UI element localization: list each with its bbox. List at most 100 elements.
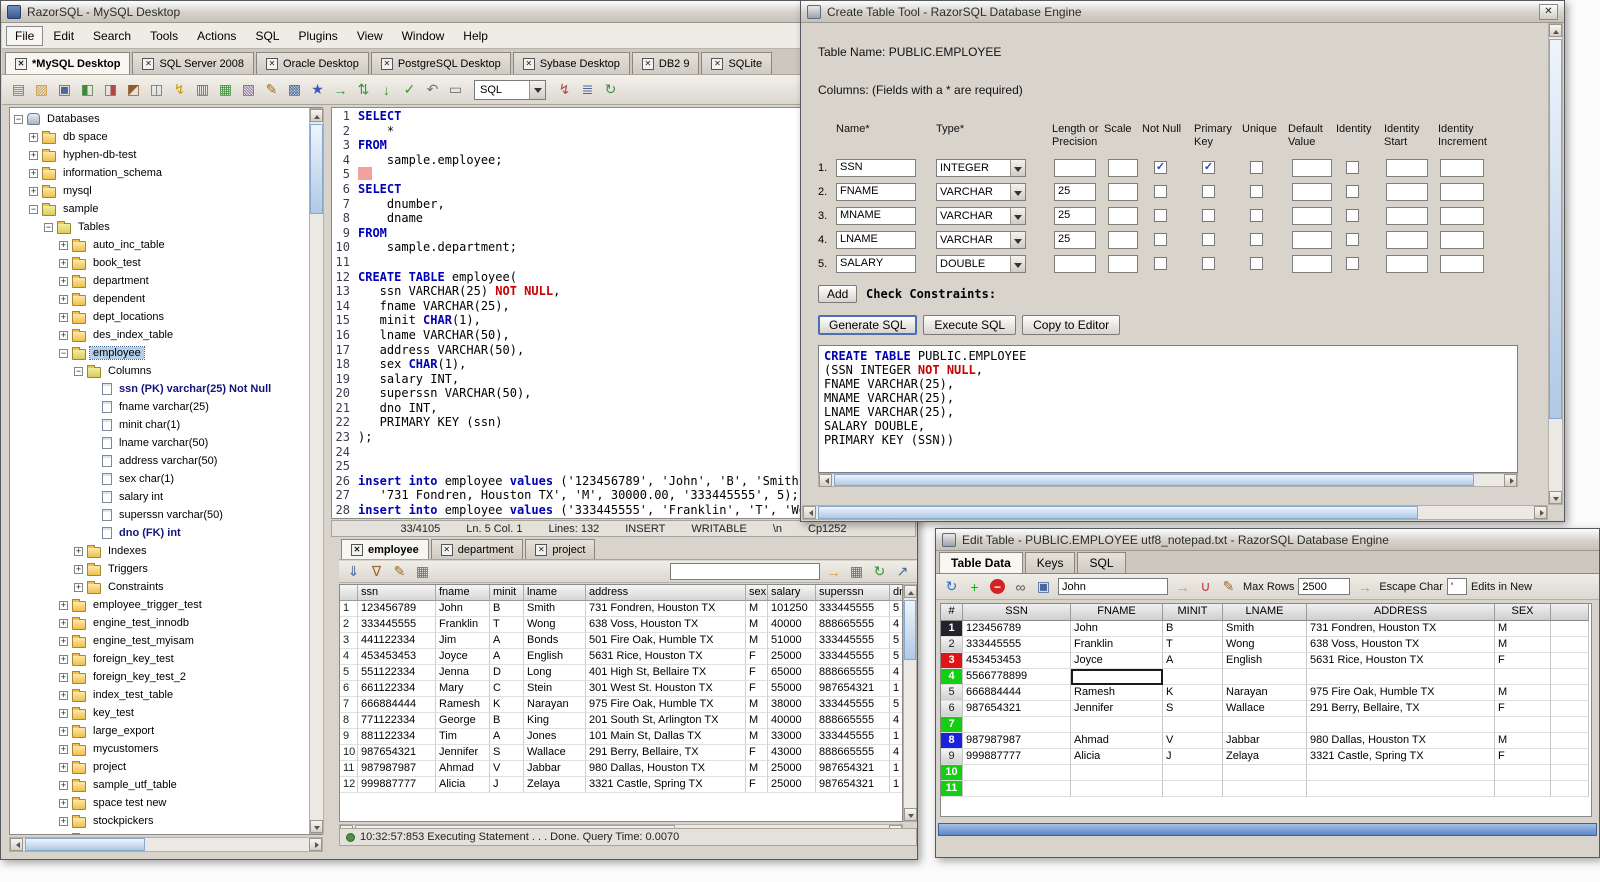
magnet-icon[interactable]: ∪ xyxy=(1195,576,1216,597)
result-cell[interactable]: Long xyxy=(524,665,586,681)
table-cell[interactable]: 638 Voss, Houston TX xyxy=(1307,637,1495,653)
table-cell[interactable]: 731 Fondren, Houston TX xyxy=(1307,621,1495,637)
result-cell[interactable]: Zelaya xyxy=(524,777,586,793)
table-cell[interactable] xyxy=(1495,669,1551,685)
table-row[interactable]: 1 123456789 John B Smith 731 Fondren, Houston… xyxy=(941,621,1591,637)
table-cell[interactable]: F xyxy=(1495,653,1551,669)
result-cell[interactable]: 5 xyxy=(890,697,902,713)
tree-item[interactable]: fname varchar(25) xyxy=(10,398,322,416)
result-cell[interactable]: 888665555 xyxy=(816,713,890,729)
tree-item[interactable]: + engine_test_innodb xyxy=(10,614,322,632)
scroll-down-icon[interactable] xyxy=(904,808,917,821)
result-cell[interactable]: 33000 xyxy=(768,729,816,745)
result-row[interactable]: 4 453453453 Joyce A English 5631 Rice, Housto… xyxy=(340,649,902,665)
tree-item[interactable]: + book_test xyxy=(10,254,322,272)
column-header[interactable]: # xyxy=(941,604,963,621)
table-cell[interactable] xyxy=(1223,669,1307,685)
collapse-icon[interactable]: − xyxy=(44,222,53,232)
length-input[interactable]: 25 xyxy=(1054,183,1096,201)
result-cell[interactable]: Mary xyxy=(436,681,490,697)
collapse-icon[interactable]: − xyxy=(74,366,83,376)
tree-item[interactable]: + engine_test_myisam xyxy=(10,632,322,650)
table-cell[interactable] xyxy=(1307,669,1495,685)
escape-char-input[interactable] xyxy=(1446,578,1467,595)
column-name-input[interactable]: FNAME xyxy=(836,183,916,201)
expand-icon[interactable]: + xyxy=(59,276,68,286)
result-cell[interactable]: A xyxy=(490,729,524,745)
result-cell[interactable]: George xyxy=(436,713,490,729)
table-row[interactable]: 6 987654321 Jennifer S Wallace 291 Berry, Bel… xyxy=(941,701,1591,717)
scroll-right-icon[interactable] xyxy=(309,838,322,851)
result-cell[interactable]: Franklin xyxy=(436,617,490,633)
table-cell[interactable]: Smith xyxy=(1223,621,1307,637)
scroll-right-icon[interactable] xyxy=(1534,506,1547,519)
close-icon[interactable]: ✕ xyxy=(266,57,279,70)
tab-table-data[interactable]: Table Data xyxy=(939,552,1023,573)
table-cell[interactable] xyxy=(1307,781,1495,797)
scroll-down-icon[interactable] xyxy=(1549,491,1562,504)
table-cell[interactable] xyxy=(1495,717,1551,733)
expand-icon[interactable]: + xyxy=(59,258,68,268)
not-null-checkbox[interactable] xyxy=(1154,209,1167,222)
table-cell[interactable]: 975 Fire Oak, Humble TX xyxy=(1307,685,1495,701)
result-cell[interactable]: 38000 xyxy=(768,697,816,713)
tree-item[interactable]: + foreign_key_test xyxy=(10,650,322,668)
expand-icon[interactable]: + xyxy=(74,582,83,592)
table-row[interactable]: 8 987987987 Ahmad V Jabbar 980 Dallas, Housto… xyxy=(941,733,1591,749)
connection-tab[interactable]: ✕ DB2 9 xyxy=(631,52,700,74)
result-row[interactable]: 12 999887777 Alicia J Zelaya 3321 Castle, Spr… xyxy=(340,777,902,793)
create-hscrollbar[interactable] xyxy=(802,505,1548,520)
result-cell[interactable]: Bonds xyxy=(524,633,586,649)
disconnect-icon[interactable]: ◨ xyxy=(100,79,121,100)
column-header[interactable]: MINIT xyxy=(1163,604,1223,621)
unique-checkbox[interactable] xyxy=(1250,257,1263,270)
close-icon[interactable]: ✕ xyxy=(380,57,393,70)
table-row[interactable]: 9 999887777 Alicia J Zelaya 3321 Castle, Spri… xyxy=(941,749,1591,765)
table-cell[interactable] xyxy=(1163,781,1223,797)
table-cell[interactable]: M xyxy=(1495,685,1551,701)
result-cell[interactable]: 333445555 xyxy=(816,649,890,665)
primary-key-checkbox[interactable] xyxy=(1202,233,1215,246)
result-cell[interactable]: M xyxy=(746,697,768,713)
table-cell[interactable]: Wallace xyxy=(1223,701,1307,717)
result-cell[interactable]: Stein xyxy=(524,681,586,697)
unique-checkbox[interactable] xyxy=(1250,209,1263,222)
result-cell[interactable]: 666884444 xyxy=(358,697,436,713)
copy-to-editor-button[interactable]: Copy to Editor xyxy=(1022,315,1121,335)
identity-checkbox[interactable] xyxy=(1346,233,1359,246)
expand-icon[interactable]: + xyxy=(59,762,68,772)
result-cell[interactable]: 5 xyxy=(890,649,902,665)
menu-edit[interactable]: Edit xyxy=(44,26,83,46)
tree-item[interactable]: + dept_locations xyxy=(10,308,322,326)
not-null-checkbox[interactable] xyxy=(1154,185,1167,198)
tree-item[interactable]: + db space xyxy=(10,128,322,146)
expand-icon[interactable]: + xyxy=(74,564,83,574)
table-cell[interactable] xyxy=(963,781,1071,797)
result-row[interactable]: 11 987987987 Ahmad V Jabbar 980 Dallas, Houst… xyxy=(340,761,902,777)
result-cell[interactable]: 441122334 xyxy=(358,633,436,649)
table-cell[interactable]: 453453453 xyxy=(963,653,1071,669)
result-cell[interactable]: 888665555 xyxy=(816,617,890,633)
scroll-up-icon[interactable] xyxy=(904,585,917,598)
result-cell[interactable]: 501 Fire Oak, Humble TX xyxy=(586,633,746,649)
table-row[interactable]: 2 333445555 Franklin T Wong 638 Voss, Houston… xyxy=(941,637,1591,653)
expand-icon[interactable]: + xyxy=(59,798,68,808)
result-cell[interactable]: 25000 xyxy=(768,649,816,665)
not-null-checkbox[interactable] xyxy=(1154,233,1167,246)
table-cell[interactable] xyxy=(1071,781,1163,797)
identity-increment-input[interactable] xyxy=(1440,231,1484,249)
table-cell[interactable]: Zelaya xyxy=(1223,749,1307,765)
result-cell[interactable]: F xyxy=(746,777,768,793)
fetch-down-icon[interactable]: ↓ xyxy=(376,79,397,100)
tree-item[interactable]: superssn varchar(50) xyxy=(10,506,322,524)
grid-icon[interactable]: ▦ xyxy=(412,561,433,582)
edit-hscrollbar[interactable] xyxy=(938,823,1597,836)
create-titlebar[interactable]: Create Table Tool - RazorSQL Database En… xyxy=(801,1,1564,23)
save-icon[interactable]: ▣ xyxy=(1033,576,1054,597)
result-cell[interactable]: M xyxy=(746,761,768,777)
table-cell[interactable]: 3321 Castle, Spring TX xyxy=(1307,749,1495,765)
table-cell[interactable]: T xyxy=(1163,637,1223,653)
table-cell[interactable] xyxy=(1307,765,1495,781)
table-cell[interactable] xyxy=(963,765,1071,781)
row-number[interactable]: 3 xyxy=(941,653,963,669)
